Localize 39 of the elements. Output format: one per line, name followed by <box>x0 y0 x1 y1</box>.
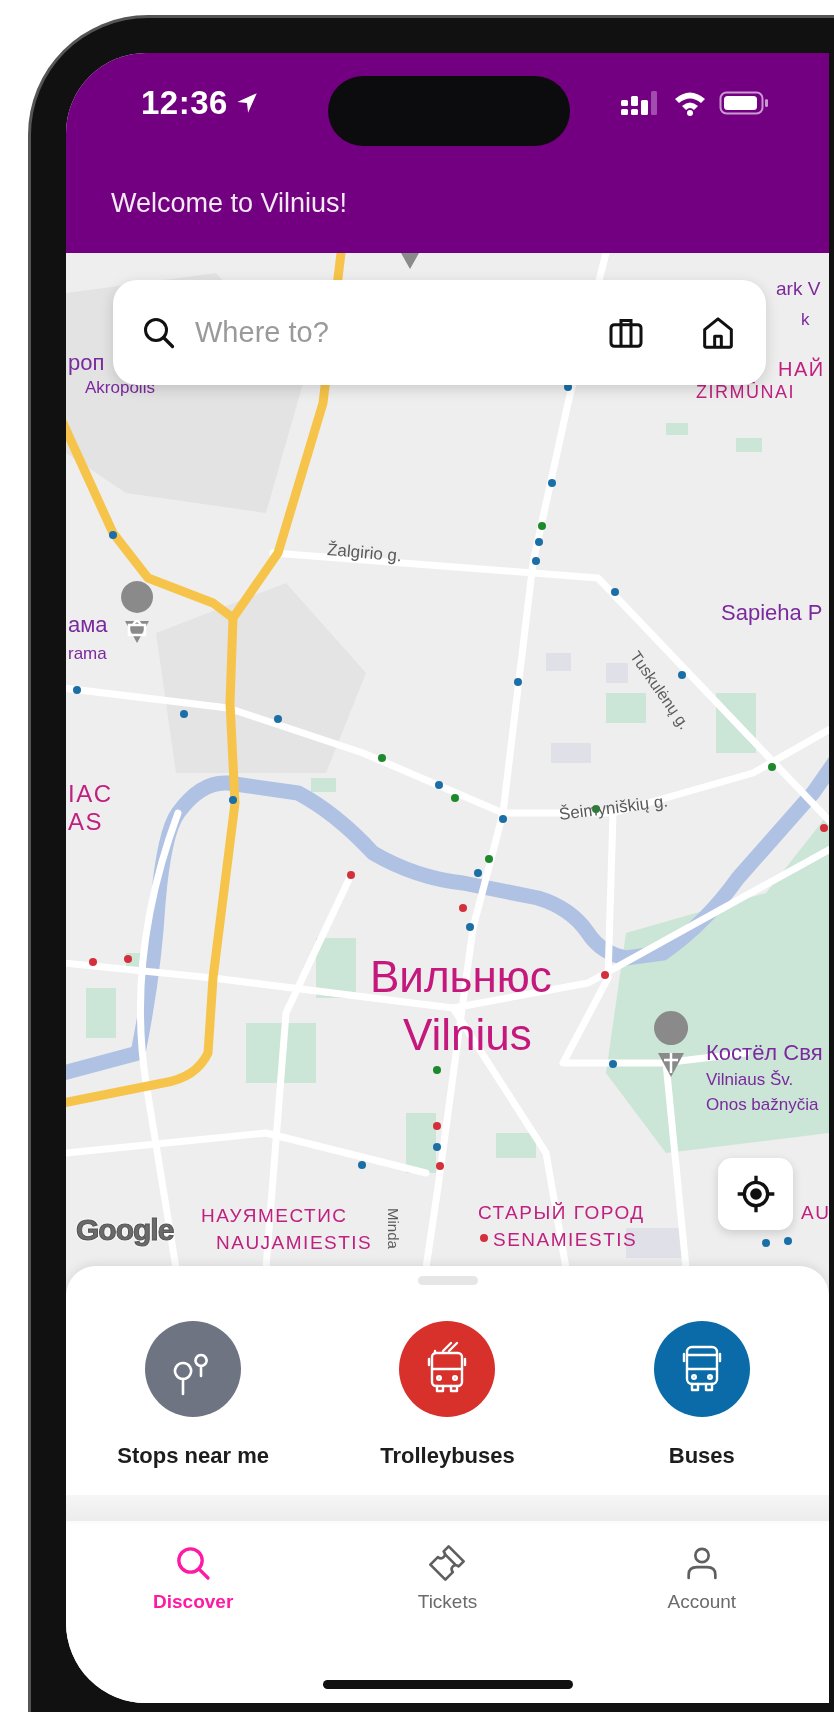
category-button[interactable]: Buses <box>574 1321 829 1469</box>
district-label: NAUJAMIESTIS <box>216 1233 373 1254</box>
city-label: Вильнюс <box>370 953 552 1002</box>
street-label: Šeimyniškių g. <box>558 792 670 825</box>
drag-handle[interactable] <box>417 1276 478 1285</box>
ticket-icon <box>427 1543 468 1583</box>
district-label: СТАРЫЙ ГОРОД <box>478 1203 645 1224</box>
district-label: AU <box>801 1203 829 1224</box>
street-label: Žalgirio g. <box>326 541 403 567</box>
place-label: ама <box>68 613 108 638</box>
place-label: Vilniaus Šv. <box>706 1071 794 1090</box>
place-label: роп <box>68 351 105 376</box>
map-attribution: Google <box>76 1213 174 1247</box>
locate-button[interactable] <box>718 1158 793 1230</box>
header-title: Welcome to Vilnius! <box>111 187 348 219</box>
battery-icon <box>719 90 769 116</box>
status-time: 12:36 <box>141 84 228 122</box>
category-button[interactable]: Stops near me <box>66 1321 321 1469</box>
district-label: AS <box>68 809 103 836</box>
search-input[interactable]: Where to? <box>195 310 588 355</box>
street-label: Minda <box>384 1208 401 1249</box>
place-label: Sapieha P <box>721 601 823 626</box>
district-label: НАЙ <box>778 358 825 380</box>
wifi-icon <box>673 90 707 116</box>
category-button[interactable]: Trolleybuses <box>320 1321 575 1469</box>
place-label: rama <box>68 645 107 664</box>
crosshair-icon <box>735 1174 776 1214</box>
tab[interactable]: Tickets <box>417 1543 478 1613</box>
district-label: ŽIRMŪNAI <box>696 383 795 403</box>
tab[interactable]: Account <box>667 1543 737 1613</box>
tab[interactable]: Discover <box>153 1543 234 1613</box>
place-label: k <box>801 311 810 330</box>
district-label: IAC <box>68 781 113 808</box>
district-label: SENAMIESTIS <box>493 1230 638 1251</box>
district-label: НАУЯМЕСТИС <box>201 1206 348 1227</box>
city-label: Vilnius <box>403 1011 532 1060</box>
place-label: ark V <box>776 279 821 300</box>
place-label: Onos bažnyčia <box>706 1096 819 1115</box>
place-label: Костёл Свя <box>706 1041 823 1066</box>
